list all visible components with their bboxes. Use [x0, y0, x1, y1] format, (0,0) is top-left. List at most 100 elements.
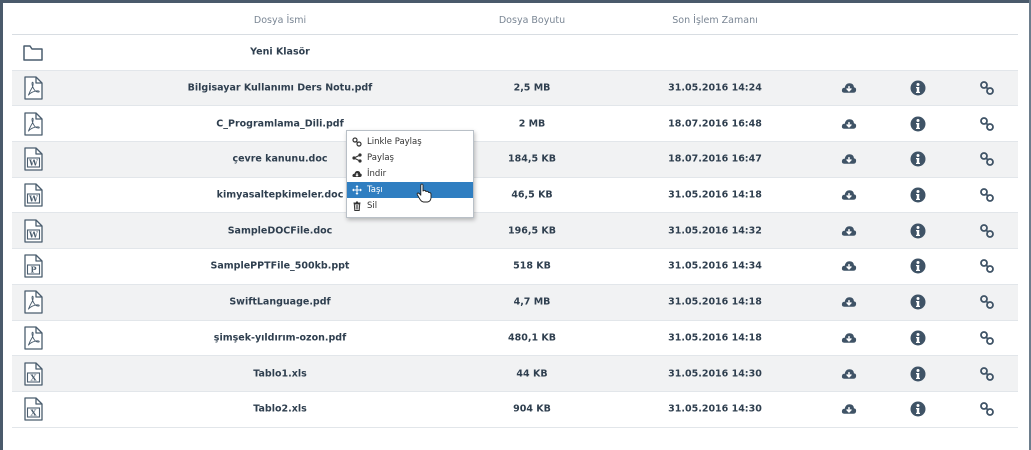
file-date: 31.05.2016 14:30: [668, 368, 762, 380]
excel-file-icon: X: [24, 361, 43, 386]
svg-text:P: P: [30, 265, 36, 275]
info-icon[interactable]: [910, 401, 926, 417]
file-row[interactable]: X Tablo2.xls 904 KB 31.05.2016 14:30: [12, 392, 1018, 428]
menu-item-share[interactable]: Paylaş: [347, 150, 473, 166]
menu-item-move[interactable]: Taşı: [347, 182, 473, 198]
menu-item-label: Sil: [367, 201, 378, 211]
download-icon[interactable]: [841, 223, 857, 239]
file-size: 2 MB: [518, 118, 546, 130]
trash-icon: [353, 201, 361, 211]
file-name: Tablo1.xls: [253, 368, 307, 380]
file-date: 31.05.2016 14:18: [668, 189, 762, 201]
share-link-icon[interactable]: [979, 366, 995, 382]
folder-name: Yeni Klasör: [250, 46, 310, 58]
download-icon[interactable]: [841, 80, 857, 96]
file-row[interactable]: şimşek-yıldırım-ozon.pdf 480,1 KB 31.05.20…: [12, 321, 1018, 357]
share-link-icon[interactable]: [979, 401, 995, 417]
file-name: C_Programlama_Dili.pdf: [216, 118, 344, 130]
file-size: 518 KB: [513, 260, 551, 272]
download-icon[interactable]: [841, 258, 857, 274]
svg-text:W: W: [28, 229, 39, 239]
file-row[interactable]: P SamplePPTFile_500kb.ppt 518 KB 31.05.2016…: [12, 249, 1018, 285]
file-row[interactable]: Bilgisayar Kullanımı Ders Notu.pdf 2,5 MB…: [12, 70, 1018, 107]
svg-text:X: X: [30, 372, 37, 382]
word-file-icon: W: [24, 183, 43, 207]
file-size: 44 KB: [516, 368, 548, 380]
menu-item-label: Linkle Paylaş: [367, 137, 422, 147]
download-icon[interactable]: [841, 187, 857, 203]
share-link-icon[interactable]: [979, 80, 995, 96]
file-date: 31.05.2016 14:32: [668, 225, 762, 237]
share-link-icon[interactable]: [979, 116, 995, 132]
word-file-icon: W: [24, 219, 43, 243]
file-name: kimyasaltepkimeler.doc: [216, 189, 344, 201]
pdf-file-icon: [24, 112, 43, 136]
file-date: 31.05.2016 14:18: [668, 296, 762, 308]
hand-cursor-icon: [416, 183, 432, 203]
info-icon[interactable]: [910, 80, 926, 96]
menu-item-delete[interactable]: Sil: [347, 198, 473, 214]
file-size: 184,5 KB: [508, 153, 556, 165]
file-date: 31.05.2016 14:34: [668, 260, 762, 272]
file-row[interactable]: Wçevre kanunu.doc 184,5 KB 18.07.2016 16:4…: [12, 142, 1018, 178]
menu-item-link-share[interactable]: Linkle Paylaş: [347, 134, 473, 150]
share-link-icon[interactable]: [979, 330, 995, 346]
pdf-file-icon: [24, 76, 43, 100]
file-row[interactable]: W SampleDOCFile.doc 196,5 KB 31.05.2016 14:…: [12, 213, 1018, 250]
info-icon[interactable]: [910, 223, 926, 239]
share-icon: [352, 153, 362, 163]
link-icon: [352, 137, 362, 147]
download-icon[interactable]: [841, 116, 857, 132]
file-row[interactable]: Wkimyasaltepkimeler.doc 46,5 KB 31.05.2016…: [12, 178, 1018, 214]
menu-item-label: Paylaş: [367, 153, 394, 163]
info-icon[interactable]: [910, 366, 926, 382]
share-link-icon[interactable]: [979, 223, 995, 239]
menu-item-label: Taşı: [367, 185, 383, 195]
folder-icon: [23, 45, 43, 62]
svg-text:X: X: [30, 408, 37, 418]
column-header-name[interactable]: Dosya İsmi: [254, 15, 306, 26]
file-size: 196,5 KB: [508, 225, 556, 237]
download-icon[interactable]: [841, 151, 857, 167]
file-size: 4,7 MB: [513, 296, 551, 308]
context-menu: Linkle Paylaş Paylaş İndir Taşı Sil: [346, 130, 474, 218]
file-date: 18.07.2016 16:48: [668, 118, 762, 130]
pdf-file-icon: [24, 326, 43, 350]
share-link-icon[interactable]: [979, 151, 995, 167]
share-link-icon[interactable]: [979, 294, 995, 310]
file-row[interactable]: X Tablo1.xls 44 KB 31.05.2016 14:30: [12, 356, 1018, 392]
column-header-date[interactable]: Son İşlem Zamanı: [672, 15, 757, 26]
file-size: 480,1 KB: [508, 332, 556, 344]
excel-file-icon: X: [24, 397, 43, 421]
info-icon[interactable]: [910, 294, 926, 310]
file-name: çevre kanunu.doc: [232, 153, 328, 165]
share-link-icon[interactable]: [979, 187, 995, 203]
file-date: 18.07.2016 16:47: [668, 153, 762, 165]
menu-item-label: İndir: [367, 169, 387, 179]
powerpoint-file-icon: P: [24, 254, 43, 279]
download-icon[interactable]: [841, 401, 857, 417]
menu-item-download[interactable]: İndir: [347, 166, 473, 182]
download-icon[interactable]: [841, 366, 857, 382]
share-link-icon[interactable]: [979, 258, 995, 274]
word-file-icon: W: [24, 147, 43, 172]
svg-text:W: W: [28, 158, 39, 168]
info-icon[interactable]: [910, 116, 926, 132]
file-name: Tablo2.xls: [253, 403, 307, 415]
info-icon[interactable]: [910, 330, 926, 346]
pdf-file-icon: [24, 290, 43, 314]
info-icon[interactable]: [910, 151, 926, 167]
file-date: 31.05.2016 14:30: [668, 403, 762, 415]
cloud-download-icon: [352, 171, 362, 177]
file-row[interactable]: C_Programlama_Dili.pdf 2 MB 18.07.2016 16:…: [12, 106, 1018, 143]
column-header-size[interactable]: Dosya Boyutu: [499, 15, 565, 26]
info-icon[interactable]: [910, 187, 926, 203]
folder-row[interactable]: Yeni Klasör: [12, 35, 1018, 71]
file-size: 2,5 MB: [513, 82, 551, 94]
info-icon[interactable]: [910, 258, 926, 274]
file-size: 46,5 KB: [511, 189, 553, 201]
file-size: 904 KB: [513, 403, 551, 415]
download-icon[interactable]: [841, 294, 857, 310]
file-row[interactable]: SwiftLanguage.pdf 4,7 MB 31.05.2016 14:18: [12, 284, 1018, 321]
download-icon[interactable]: [841, 330, 857, 346]
